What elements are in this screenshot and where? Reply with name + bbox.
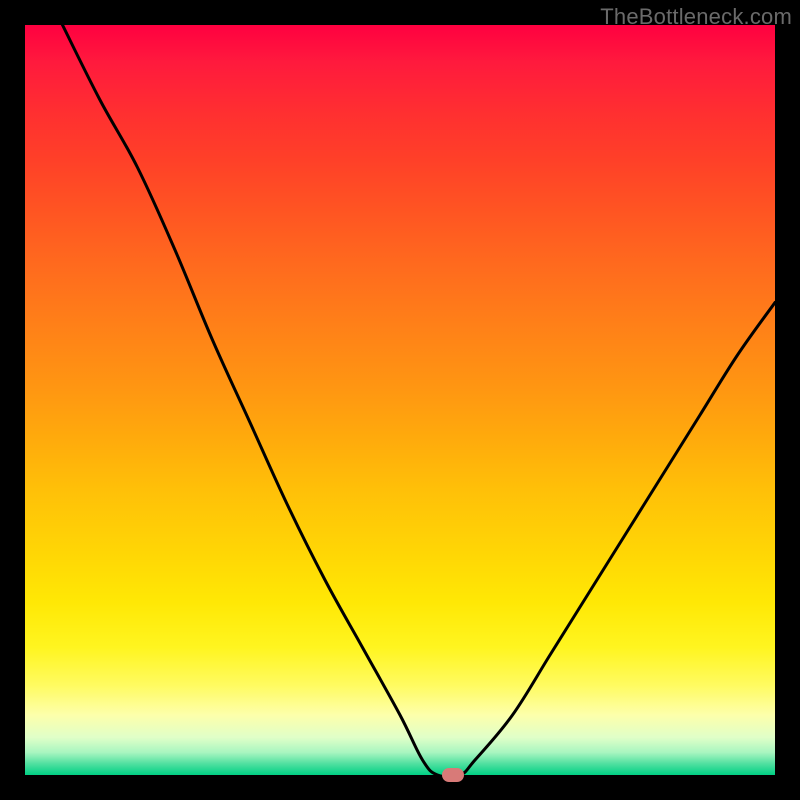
plot-area: [25, 25, 775, 775]
optimal-point-marker: [442, 768, 464, 782]
bottleneck-curve: [25, 25, 775, 775]
chart-container: TheBottleneck.com: [0, 0, 800, 800]
watermark-text: TheBottleneck.com: [600, 4, 792, 30]
